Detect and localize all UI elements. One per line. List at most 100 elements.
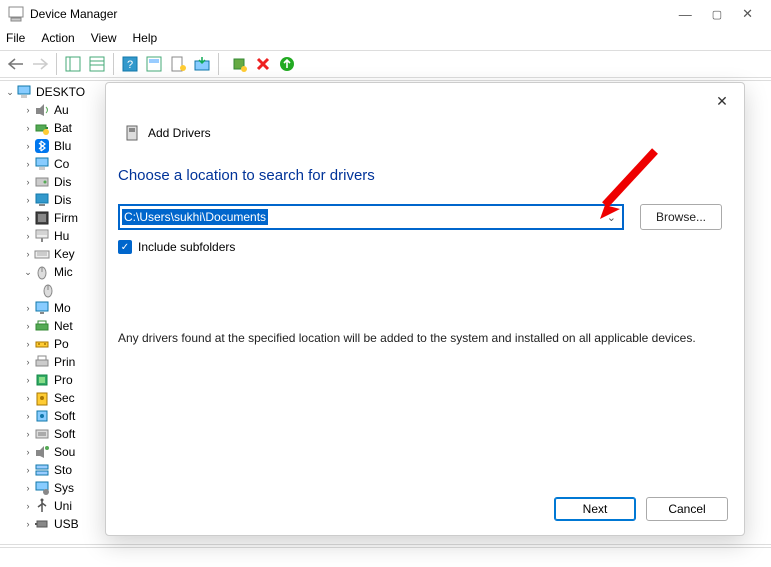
tree-item-label: USB: [54, 517, 79, 531]
tree-item-label: Au: [54, 103, 69, 117]
browse-button[interactable]: Browse...: [640, 204, 722, 230]
back-button[interactable]: [4, 52, 28, 76]
computer-icon: [16, 84, 32, 100]
expand-icon[interactable]: ›: [22, 519, 34, 529]
tree-root-label: DESKTO: [36, 85, 85, 99]
expand-icon[interactable]: ›: [22, 105, 34, 115]
display-icon: [34, 192, 50, 208]
system-icon: [34, 480, 50, 496]
expand-icon[interactable]: ›: [22, 123, 34, 133]
expand-icon[interactable]: ›: [22, 447, 34, 457]
menu-bar: File Action View Help: [0, 28, 771, 48]
tree-item-label: Firm: [54, 211, 78, 225]
computer-icon: [34, 156, 50, 172]
tree-item-label: Soft: [54, 427, 75, 441]
expand-icon[interactable]: ›: [22, 357, 34, 367]
usbconn-icon: [34, 516, 50, 532]
battery-icon: [34, 120, 50, 136]
forward-button[interactable]: [28, 52, 52, 76]
title-bar: Device Manager — ▢ ✕: [0, 0, 771, 28]
help-button[interactable]: ?: [118, 52, 142, 76]
path-input[interactable]: C:\Users\sukhi\Documents ⌄: [118, 204, 624, 230]
tree-item-label: Uni: [54, 499, 72, 513]
audio-icon: [34, 102, 50, 118]
show-pane-button[interactable]: [61, 52, 85, 76]
expand-icon[interactable]: ›: [22, 159, 34, 169]
properties-button[interactable]: [166, 52, 190, 76]
update-driver-button[interactable]: [190, 52, 214, 76]
storage-icon: [34, 462, 50, 478]
install-driver-button[interactable]: [275, 52, 299, 76]
close-window-button[interactable]: ✕: [742, 6, 753, 22]
tree-item-label: Net: [54, 319, 73, 333]
chevron-down-icon[interactable]: ⌄: [607, 211, 616, 224]
tree-item-label: Hu: [54, 229, 69, 243]
tree-item-label: Soft: [54, 409, 75, 423]
remove-device-button[interactable]: [251, 52, 275, 76]
expand-icon[interactable]: ›: [22, 249, 34, 259]
menu-help[interactable]: Help: [133, 31, 158, 45]
hid-icon: [34, 228, 50, 244]
tree-item-label: Prin: [54, 355, 75, 369]
softcomp-icon: [34, 408, 50, 424]
menu-file[interactable]: File: [6, 31, 25, 45]
printq-icon: [34, 354, 50, 370]
device-icon: [124, 125, 140, 141]
tree-item-label: Sys: [54, 481, 74, 495]
include-subfolders-checkbox[interactable]: ✓: [118, 240, 132, 254]
maximize-button[interactable]: ▢: [712, 8, 722, 21]
expand-icon[interactable]: ›: [22, 231, 34, 241]
bluetooth-icon: [34, 138, 50, 154]
expand-icon[interactable]: ›: [22, 321, 34, 331]
view-button[interactable]: [142, 52, 166, 76]
expand-icon[interactable]: ›: [22, 303, 34, 313]
toolbar: ?: [0, 50, 771, 78]
tree-item-label: Co: [54, 157, 69, 171]
include-subfolders-label: Include subfolders: [138, 240, 235, 254]
add-hardware-button[interactable]: [227, 52, 251, 76]
firmware-icon: [34, 210, 50, 226]
tree-item-label: Sto: [54, 463, 72, 477]
app-icon: [8, 6, 24, 22]
tree-item-label: Po: [54, 337, 69, 351]
minimize-button[interactable]: —: [679, 7, 692, 22]
expand-icon[interactable]: ›: [22, 339, 34, 349]
menu-view[interactable]: View: [91, 31, 117, 45]
tree-item-label: Dis: [54, 193, 71, 207]
tree-item-label: Mo: [54, 301, 71, 315]
expand-icon[interactable]: ›: [22, 483, 34, 493]
expand-icon[interactable]: ›: [22, 177, 34, 187]
tree-item-label: Blu: [54, 139, 71, 153]
next-button[interactable]: Next: [554, 497, 636, 521]
expand-icon[interactable]: ›: [22, 141, 34, 151]
add-drivers-dialog: ✕ Add Drivers Choose a location to searc…: [105, 82, 745, 536]
expand-icon[interactable]: ›: [22, 501, 34, 511]
svg-text:?: ?: [127, 59, 133, 71]
monitor-icon: [34, 300, 50, 316]
expand-icon[interactable]: ›: [22, 213, 34, 223]
options-button[interactable]: [85, 52, 109, 76]
tree-item-label: Sec: [54, 391, 75, 405]
mouse-icon: [34, 264, 50, 280]
window-title: Device Manager: [30, 7, 679, 21]
processor-icon: [34, 372, 50, 388]
expand-icon[interactable]: ⌄: [22, 267, 34, 278]
expand-icon[interactable]: ›: [22, 429, 34, 439]
expand-icon[interactable]: ›: [22, 195, 34, 205]
dialog-close-button[interactable]: ✕: [710, 89, 734, 113]
expand-icon[interactable]: ›: [22, 393, 34, 403]
port-icon: [34, 336, 50, 352]
dialog-heading: Choose a location to search for drivers: [106, 141, 744, 184]
expand-icon[interactable]: ›: [22, 411, 34, 421]
network-icon: [34, 318, 50, 334]
dialog-description: Any drivers found at the specified locat…: [106, 254, 744, 347]
sound-icon: [34, 444, 50, 460]
keyboard-icon: [34, 246, 50, 262]
expand-icon[interactable]: ›: [22, 375, 34, 385]
menu-action[interactable]: Action: [41, 31, 74, 45]
tree-item-label: Mic: [54, 265, 73, 279]
tree-item-label: Pro: [54, 373, 73, 387]
cancel-button[interactable]: Cancel: [646, 497, 728, 521]
expand-icon[interactable]: ›: [22, 465, 34, 475]
collapse-icon[interactable]: ⌄: [4, 87, 16, 98]
